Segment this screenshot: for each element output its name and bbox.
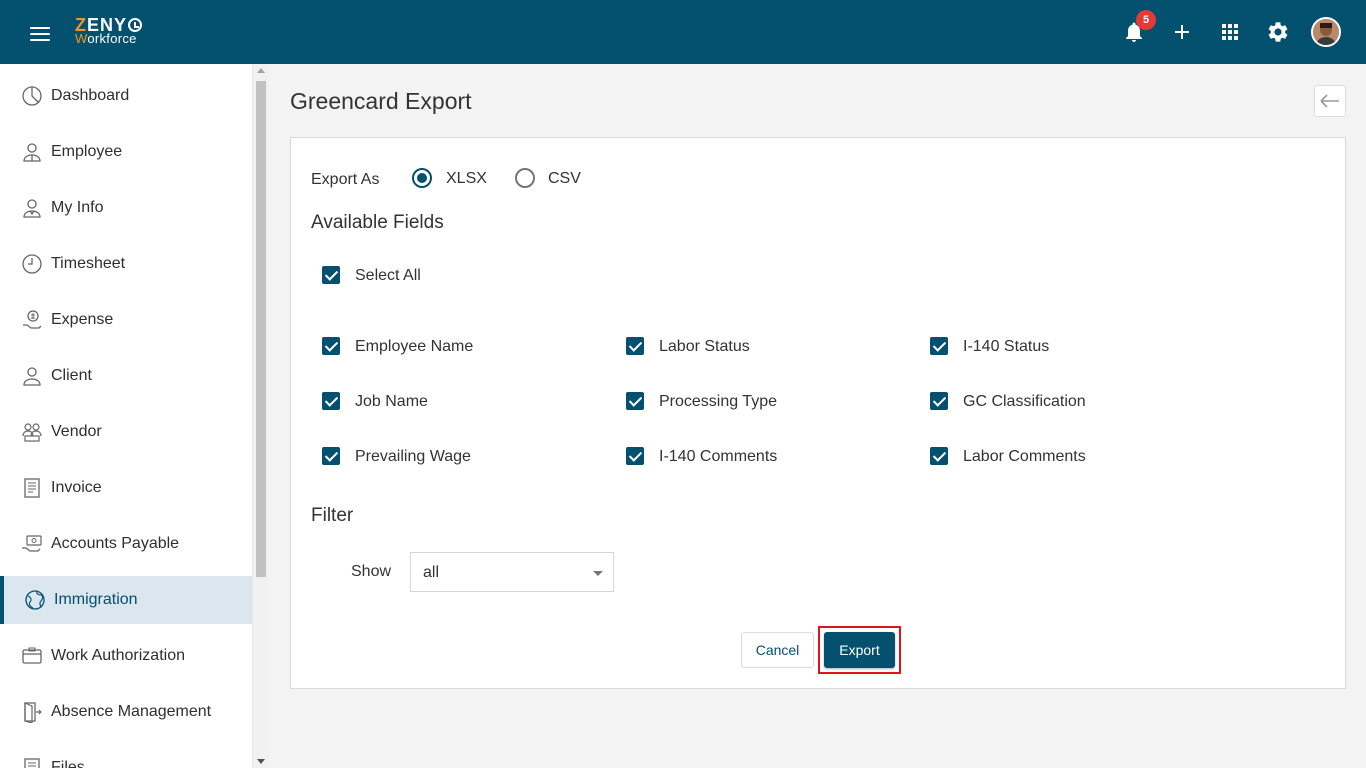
sidebar-item-label: Employee bbox=[51, 143, 123, 160]
sidebar-item-label: Absence Management bbox=[51, 703, 212, 720]
dashboard-icon bbox=[22, 86, 42, 106]
sidebar-item-files[interactable]: Files bbox=[0, 744, 252, 768]
chevron-down-icon bbox=[593, 571, 603, 576]
top-app-bar: ZENY Workforce 5 bbox=[0, 0, 1366, 64]
scroll-down-icon[interactable] bbox=[257, 759, 265, 764]
show-label: Show bbox=[351, 563, 392, 580]
invoice-icon bbox=[24, 478, 40, 498]
sidebar-item-label: Dashboard bbox=[51, 87, 130, 104]
zenyo-workforce-logo[interactable]: ZENY Workforce bbox=[75, 16, 155, 50]
sidebar-item-immigration[interactable]: Immigration bbox=[0, 576, 252, 624]
checkbox-i140-comments[interactable] bbox=[626, 447, 644, 465]
expense-icon bbox=[23, 310, 42, 329]
vendor-icon bbox=[22, 423, 42, 442]
checkbox-processing-type[interactable] bbox=[626, 392, 644, 410]
field-label[interactable]: Labor Comments bbox=[963, 448, 1086, 466]
available-fields-title: Available Fields bbox=[311, 212, 444, 233]
sidebar-item-label: Accounts Payable bbox=[51, 535, 180, 552]
sidebar-item-label: Files bbox=[51, 759, 85, 768]
field-label[interactable]: GC Classification bbox=[963, 393, 1086, 411]
checkbox-select-all-label[interactable]: Select All bbox=[355, 267, 421, 285]
sidebar-item-absence-management[interactable]: Absence Management bbox=[0, 688, 252, 736]
sidebar-scrollbar[interactable] bbox=[253, 64, 269, 768]
gear-icon[interactable] bbox=[1266, 20, 1290, 44]
scroll-up-icon[interactable] bbox=[257, 68, 265, 73]
export-button[interactable]: Export bbox=[824, 632, 895, 668]
id-card-icon bbox=[22, 647, 42, 664]
checkbox-prevailing-wage[interactable] bbox=[322, 447, 340, 465]
sidebar-item-work-authorization[interactable]: Work Authorization bbox=[0, 632, 252, 680]
page-title: Greencard Export bbox=[290, 88, 472, 114]
filter-title: Filter bbox=[311, 505, 354, 526]
sidebar-item-label: Immigration bbox=[54, 591, 138, 608]
logo-clock-icon bbox=[128, 18, 143, 32]
field-label[interactable]: Processing Type bbox=[659, 393, 777, 411]
checkbox-labor-status[interactable] bbox=[626, 337, 644, 355]
sidebar-item-timesheet[interactable]: Timesheet bbox=[0, 240, 252, 288]
sidebar-item-label: Client bbox=[51, 367, 92, 384]
radio-csv[interactable] bbox=[515, 168, 535, 188]
sidebar-item-accounts-payable[interactable]: Accounts Payable bbox=[0, 520, 252, 568]
radio-csv-label[interactable]: CSV bbox=[548, 170, 581, 188]
my-info-icon bbox=[23, 199, 41, 218]
sidebar-item-label: My Info bbox=[51, 199, 104, 216]
plus-icon[interactable] bbox=[1170, 20, 1194, 44]
checkbox-gc-classification[interactable] bbox=[930, 392, 948, 410]
sidebar-item-label: Vendor bbox=[51, 423, 102, 440]
radio-xlsx[interactable] bbox=[412, 168, 432, 188]
clock-icon bbox=[22, 254, 42, 274]
field-label[interactable]: Labor Status bbox=[659, 338, 750, 356]
accounts-payable-icon bbox=[22, 535, 42, 552]
field-label[interactable]: Prevailing Wage bbox=[355, 448, 471, 466]
back-button[interactable] bbox=[1314, 85, 1346, 117]
notification-badge: 5 bbox=[1136, 10, 1156, 30]
scroll-thumb[interactable] bbox=[256, 81, 266, 577]
sidebar-item-client[interactable]: Client bbox=[0, 352, 252, 400]
globe-icon bbox=[25, 590, 45, 610]
show-select-value: all bbox=[423, 564, 440, 581]
file-icon bbox=[24, 758, 40, 768]
sidebar-item-label: Expense bbox=[51, 311, 114, 328]
export-form-card bbox=[290, 137, 1346, 689]
field-label[interactable]: I-140 Comments bbox=[659, 448, 777, 466]
apps-grid-icon[interactable] bbox=[1218, 20, 1242, 44]
field-label[interactable]: I-140 Status bbox=[963, 338, 1049, 356]
sidebar-item-label: Work Authorization bbox=[51, 647, 185, 664]
user-photo-icon bbox=[1313, 19, 1339, 45]
avatar[interactable] bbox=[1311, 17, 1341, 47]
sidebar-item-dashboard[interactable]: Dashboard bbox=[0, 72, 252, 120]
cancel-button[interactable]: Cancel bbox=[741, 632, 814, 668]
sidebar-item-invoice[interactable]: Invoice bbox=[0, 464, 252, 512]
show-select[interactable]: all bbox=[410, 552, 614, 592]
sidebar-item-employee[interactable]: Employee bbox=[0, 128, 252, 176]
sidebar-item-vendor[interactable]: Vendor bbox=[0, 408, 252, 456]
client-icon bbox=[23, 367, 41, 386]
field-label[interactable]: Employee Name bbox=[355, 338, 473, 356]
sidebar-item-label: Timesheet bbox=[51, 255, 126, 272]
sidebar-item-my-info[interactable]: My Info bbox=[0, 184, 252, 232]
export-as-label: Export As bbox=[311, 171, 380, 188]
sidebar-item-expense[interactable]: Expense bbox=[0, 296, 252, 344]
radio-xlsx-label[interactable]: XLSX bbox=[446, 170, 487, 188]
checkbox-job-name[interactable] bbox=[322, 392, 340, 410]
sidebar: Dashboard Employee My Info Timesheet Exp… bbox=[0, 64, 253, 768]
arrow-left-icon bbox=[1320, 94, 1339, 108]
logo-subtitle: Workforce bbox=[75, 31, 137, 46]
checkbox-select-all[interactable] bbox=[322, 266, 340, 284]
sidebar-item-label: Invoice bbox=[51, 479, 102, 496]
checkbox-labor-comments[interactable] bbox=[930, 447, 948, 465]
checkbox-i140-status[interactable] bbox=[930, 337, 948, 355]
door-icon bbox=[24, 702, 42, 723]
menu-icon[interactable] bbox=[30, 26, 50, 41]
field-label[interactable]: Job Name bbox=[355, 393, 428, 411]
employee-icon bbox=[23, 143, 41, 162]
checkbox-employee-name[interactable] bbox=[322, 337, 340, 355]
